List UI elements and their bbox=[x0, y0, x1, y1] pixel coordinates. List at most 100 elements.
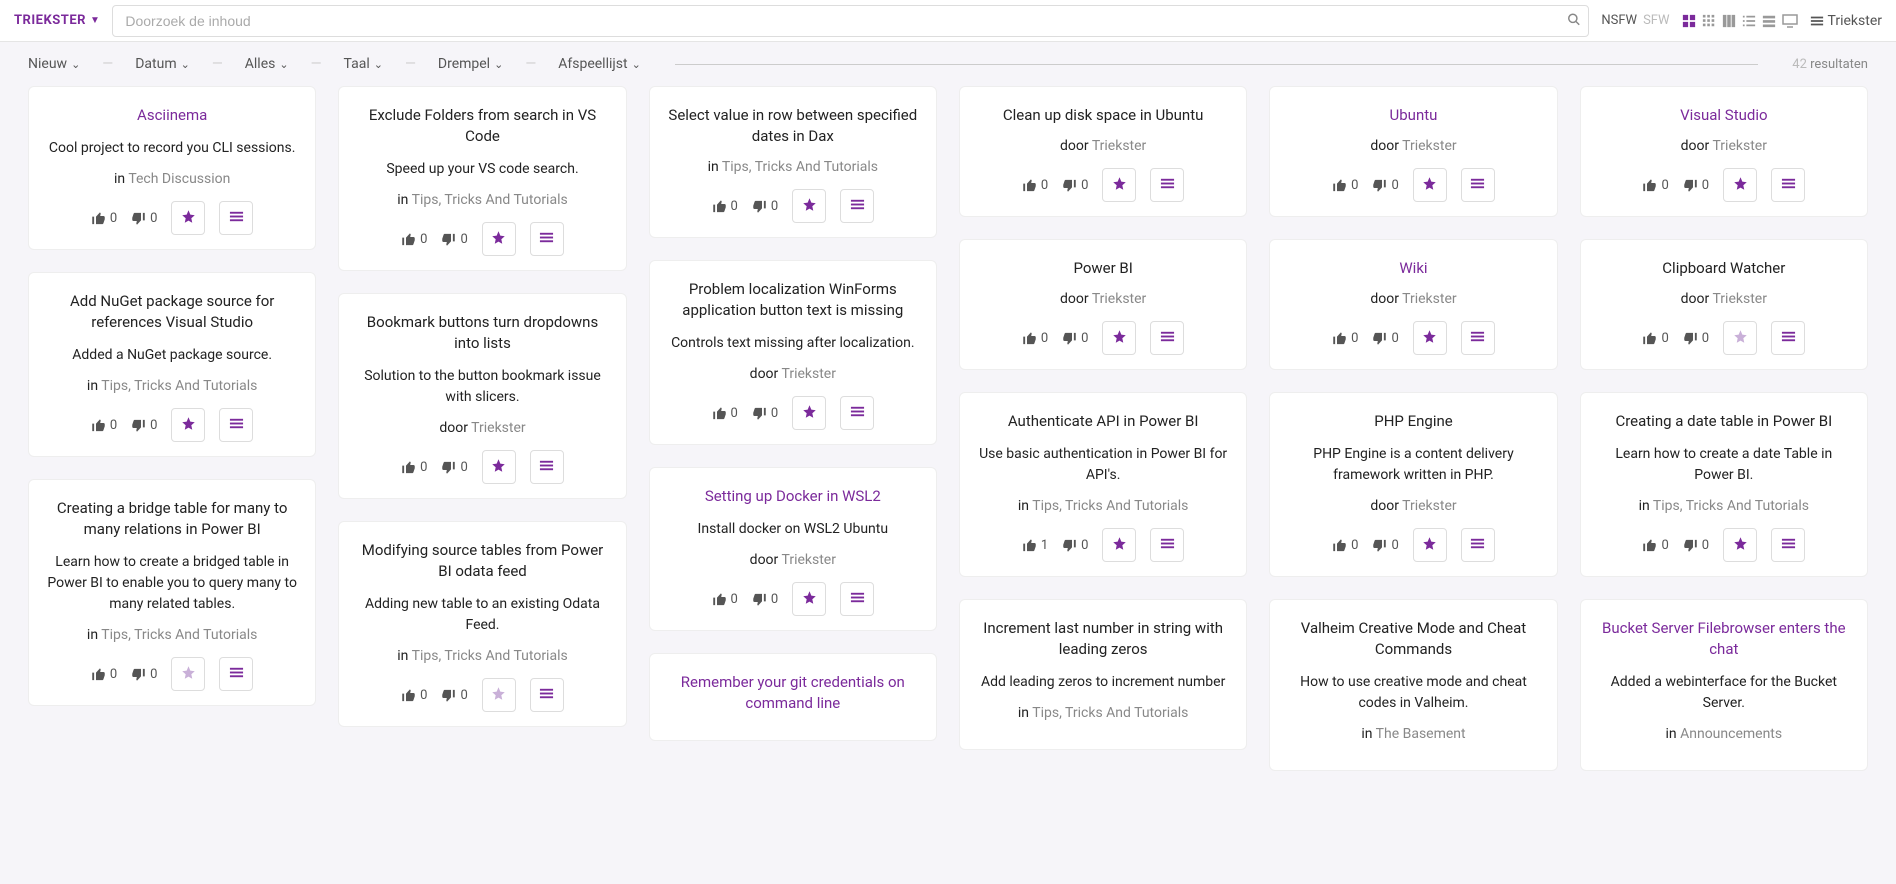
menu-button[interactable] bbox=[1771, 321, 1805, 355]
card-meta-link[interactable]: Triekster bbox=[1712, 291, 1766, 307]
downvote[interactable]: 0 bbox=[441, 688, 467, 703]
favorite-button[interactable] bbox=[171, 657, 205, 691]
card-title[interactable]: Bucket Server Filebrowser enters the cha… bbox=[1597, 618, 1851, 660]
view-list-icon[interactable] bbox=[1742, 14, 1756, 28]
card-title[interactable]: Ubuntu bbox=[1286, 105, 1540, 126]
card-meta-link[interactable]: Tech Discussion bbox=[128, 171, 230, 187]
menu-button[interactable] bbox=[530, 678, 564, 712]
downvote[interactable]: 0 bbox=[131, 211, 157, 226]
downvote[interactable]: 0 bbox=[441, 460, 467, 475]
filter-alles[interactable]: Alles ⌄ bbox=[245, 56, 289, 72]
favorite-button[interactable] bbox=[482, 450, 516, 484]
card-title[interactable]: Setting up Docker in WSL2 bbox=[666, 486, 920, 507]
card-title[interactable]: Modifying source tables from Power BI od… bbox=[355, 540, 609, 582]
view-monitor-icon[interactable] bbox=[1782, 14, 1798, 28]
menu-button[interactable] bbox=[1150, 168, 1184, 202]
upvote[interactable]: 0 bbox=[401, 688, 427, 703]
upvote[interactable]: 0 bbox=[712, 406, 738, 421]
upvote[interactable]: 0 bbox=[401, 460, 427, 475]
upvote[interactable]: 0 bbox=[91, 418, 117, 433]
brand-dropdown[interactable]: TRIEKSTER ▼ bbox=[14, 13, 100, 28]
menu-button[interactable] bbox=[1771, 168, 1805, 202]
downvote[interactable]: 0 bbox=[1683, 538, 1709, 553]
card-meta-link[interactable]: The Basement bbox=[1376, 726, 1466, 742]
card-meta-link[interactable]: Triekster bbox=[1402, 291, 1456, 307]
card-title[interactable]: Bookmark buttons turn dropdowns into lis… bbox=[355, 312, 609, 354]
favorite-button[interactable] bbox=[792, 582, 826, 616]
card-meta-link[interactable]: Tips, Tricks And Tutorials bbox=[722, 159, 878, 175]
favorite-button[interactable] bbox=[1102, 528, 1136, 562]
view-grid-small-icon[interactable] bbox=[1702, 14, 1716, 28]
downvote[interactable]: 0 bbox=[131, 667, 157, 682]
menu-button[interactable] bbox=[840, 396, 874, 430]
card-title[interactable]: Clean up disk space in Ubuntu bbox=[976, 105, 1230, 126]
favorite-button[interactable] bbox=[792, 396, 826, 430]
search-button[interactable] bbox=[1567, 12, 1581, 29]
card-title[interactable]: Power BI bbox=[976, 258, 1230, 279]
filter-taal[interactable]: Taal ⌄ bbox=[344, 56, 383, 72]
card-meta-link[interactable]: Tips, Tricks And Tutorials bbox=[101, 627, 257, 643]
upvote[interactable]: 0 bbox=[1332, 538, 1358, 553]
downvote[interactable]: 0 bbox=[752, 592, 778, 607]
user-menu[interactable]: Triekster bbox=[1810, 13, 1882, 29]
favorite-button[interactable] bbox=[1413, 528, 1447, 562]
upvote[interactable]: 0 bbox=[401, 232, 427, 247]
upvote[interactable]: 0 bbox=[1022, 178, 1048, 193]
view-grid-large-icon[interactable] bbox=[1682, 14, 1696, 28]
upvote[interactable]: 0 bbox=[712, 199, 738, 214]
card-title[interactable]: Authenticate API in Power BI bbox=[976, 411, 1230, 432]
downvote[interactable]: 0 bbox=[1062, 178, 1088, 193]
downvote[interactable]: 0 bbox=[1062, 331, 1088, 346]
card-title[interactable]: Valheim Creative Mode and Cheat Commands bbox=[1286, 618, 1540, 660]
card-meta-link[interactable]: Tips, Tricks And Tutorials bbox=[412, 648, 568, 664]
card-meta-link[interactable]: Tips, Tricks And Tutorials bbox=[101, 378, 257, 394]
downvote[interactable]: 0 bbox=[1372, 538, 1398, 553]
view-bars-icon[interactable] bbox=[1762, 14, 1776, 28]
filter-afspeellijst[interactable]: Afspeellijst ⌄ bbox=[558, 56, 641, 72]
downvote[interactable]: 0 bbox=[441, 232, 467, 247]
menu-button[interactable] bbox=[840, 582, 874, 616]
downvote[interactable]: 0 bbox=[752, 199, 778, 214]
menu-button[interactable] bbox=[840, 189, 874, 223]
menu-button[interactable] bbox=[1150, 321, 1184, 355]
upvote[interactable]: 0 bbox=[1332, 178, 1358, 193]
card-meta-link[interactable]: Triekster bbox=[1402, 498, 1456, 514]
downvote[interactable]: 0 bbox=[1683, 178, 1709, 193]
menu-button[interactable] bbox=[1461, 528, 1495, 562]
card-title[interactable]: Remember your git credentials on command… bbox=[666, 672, 920, 714]
upvote[interactable]: 0 bbox=[712, 592, 738, 607]
upvote[interactable]: 0 bbox=[1332, 331, 1358, 346]
card-meta-link[interactable]: Triekster bbox=[1092, 291, 1146, 307]
view-columns-icon[interactable] bbox=[1722, 14, 1736, 28]
nsfw-toggle[interactable]: NSFW SFW bbox=[1601, 13, 1669, 28]
card-title[interactable]: Increment last number in string with lea… bbox=[976, 618, 1230, 660]
favorite-button[interactable] bbox=[482, 222, 516, 256]
card-meta-link[interactable]: Triekster bbox=[1712, 138, 1766, 154]
card-meta-link[interactable]: Triekster bbox=[1402, 138, 1456, 154]
filter-drempel[interactable]: Drempel ⌄ bbox=[438, 56, 503, 72]
upvote[interactable]: 0 bbox=[1642, 538, 1668, 553]
favorite-button[interactable] bbox=[1723, 528, 1757, 562]
downvote[interactable]: 0 bbox=[752, 406, 778, 421]
favorite-button[interactable] bbox=[171, 408, 205, 442]
card-title[interactable]: Problem localization WinForms applicatio… bbox=[666, 279, 920, 321]
card-title[interactable]: Wiki bbox=[1286, 258, 1540, 279]
card-meta-link[interactable]: Triekster bbox=[1092, 138, 1146, 154]
menu-button[interactable] bbox=[219, 201, 253, 235]
favorite-button[interactable] bbox=[1723, 168, 1757, 202]
card-title[interactable]: Clipboard Watcher bbox=[1597, 258, 1851, 279]
menu-button[interactable] bbox=[219, 657, 253, 691]
card-meta-link[interactable]: Tips, Tricks And Tutorials bbox=[1032, 705, 1188, 721]
search-input[interactable] bbox=[112, 5, 1589, 37]
upvote[interactable]: 0 bbox=[1642, 178, 1668, 193]
menu-button[interactable] bbox=[1150, 528, 1184, 562]
downvote[interactable]: 0 bbox=[1372, 178, 1398, 193]
menu-button[interactable] bbox=[530, 450, 564, 484]
card-meta-link[interactable]: Triekster bbox=[781, 366, 835, 382]
card-title[interactable]: Add NuGet package source for references … bbox=[45, 291, 299, 333]
menu-button[interactable] bbox=[530, 222, 564, 256]
menu-button[interactable] bbox=[1771, 528, 1805, 562]
card-meta-link[interactable]: Tips, Tricks And Tutorials bbox=[1032, 498, 1188, 514]
downvote[interactable]: 0 bbox=[1062, 538, 1088, 553]
upvote[interactable]: 1 bbox=[1022, 538, 1048, 553]
